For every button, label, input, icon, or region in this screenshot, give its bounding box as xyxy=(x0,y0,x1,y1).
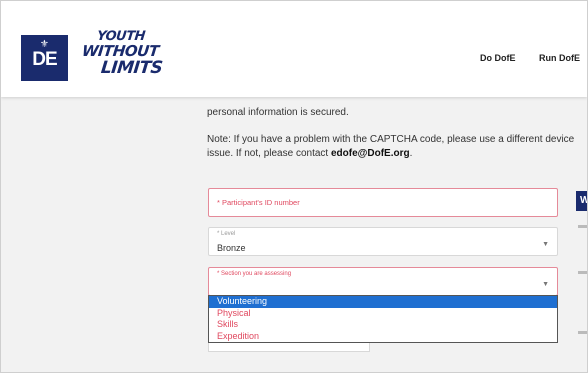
option-physical[interactable]: Physical xyxy=(209,308,557,320)
nav-run-dofe[interactable]: Run DofE xyxy=(539,53,580,63)
dofe-logo[interactable]: ⚜ DE xyxy=(21,35,68,81)
browser-frame: ⚜ DE YOUTH WITHOUT LIMITS Do DofE Run Do… xyxy=(0,0,588,373)
side-panel-line xyxy=(578,271,587,274)
level-value: Bronze xyxy=(217,243,246,253)
participant-id-placeholder: * Participant's ID number xyxy=(217,198,300,207)
slogan-line-2: WITHOUT xyxy=(81,42,160,60)
captcha-note-end: . xyxy=(409,148,413,159)
nav-do-dofe[interactable]: Do DofE xyxy=(480,53,516,63)
option-expedition[interactable]: Expedition xyxy=(209,331,557,343)
privacy-text: personal information is secured. xyxy=(207,107,349,118)
side-panel-line xyxy=(578,225,587,228)
participant-id-input[interactable]: * Participant's ID number xyxy=(208,188,558,217)
support-email-link[interactable]: edofe@DofE.org xyxy=(331,148,410,159)
section-select[interactable]: * Section you are assessing ▼ xyxy=(208,267,558,296)
captcha-note-text: issue. If not, please contact xyxy=(207,148,331,159)
slogan-line-3: LIMITS xyxy=(99,58,164,78)
level-label: * Level xyxy=(217,231,236,237)
option-volunteering[interactable]: Volunteering xyxy=(209,296,557,308)
slogan-logo: YOUTH WITHOUT LIMITS xyxy=(77,29,177,83)
level-select[interactable]: * Level Bronze ▼ xyxy=(208,227,558,256)
chevron-down-icon: ▼ xyxy=(542,281,549,288)
main-content: personal information is secured. Note: I… xyxy=(1,97,587,372)
captcha-note-line-1: Note: If you have a problem with the CAP… xyxy=(207,134,575,145)
section-label: * Section you are assessing xyxy=(217,271,292,277)
section-dropdown-list: Volunteering Physical Skills Expedition xyxy=(208,295,558,343)
site-header: ⚜ DE YOUTH WITHOUT LIMITS Do DofE Run Do… xyxy=(1,1,587,97)
chevron-down-icon: ▼ xyxy=(542,241,549,248)
logo-text: DE xyxy=(32,49,57,70)
option-skills[interactable]: Skills xyxy=(209,319,557,331)
captcha-note-line-2: issue. If not, please contact edofe@DofE… xyxy=(207,148,412,159)
side-panel-line xyxy=(578,331,587,334)
side-panel-tab[interactable]: W xyxy=(576,191,587,211)
